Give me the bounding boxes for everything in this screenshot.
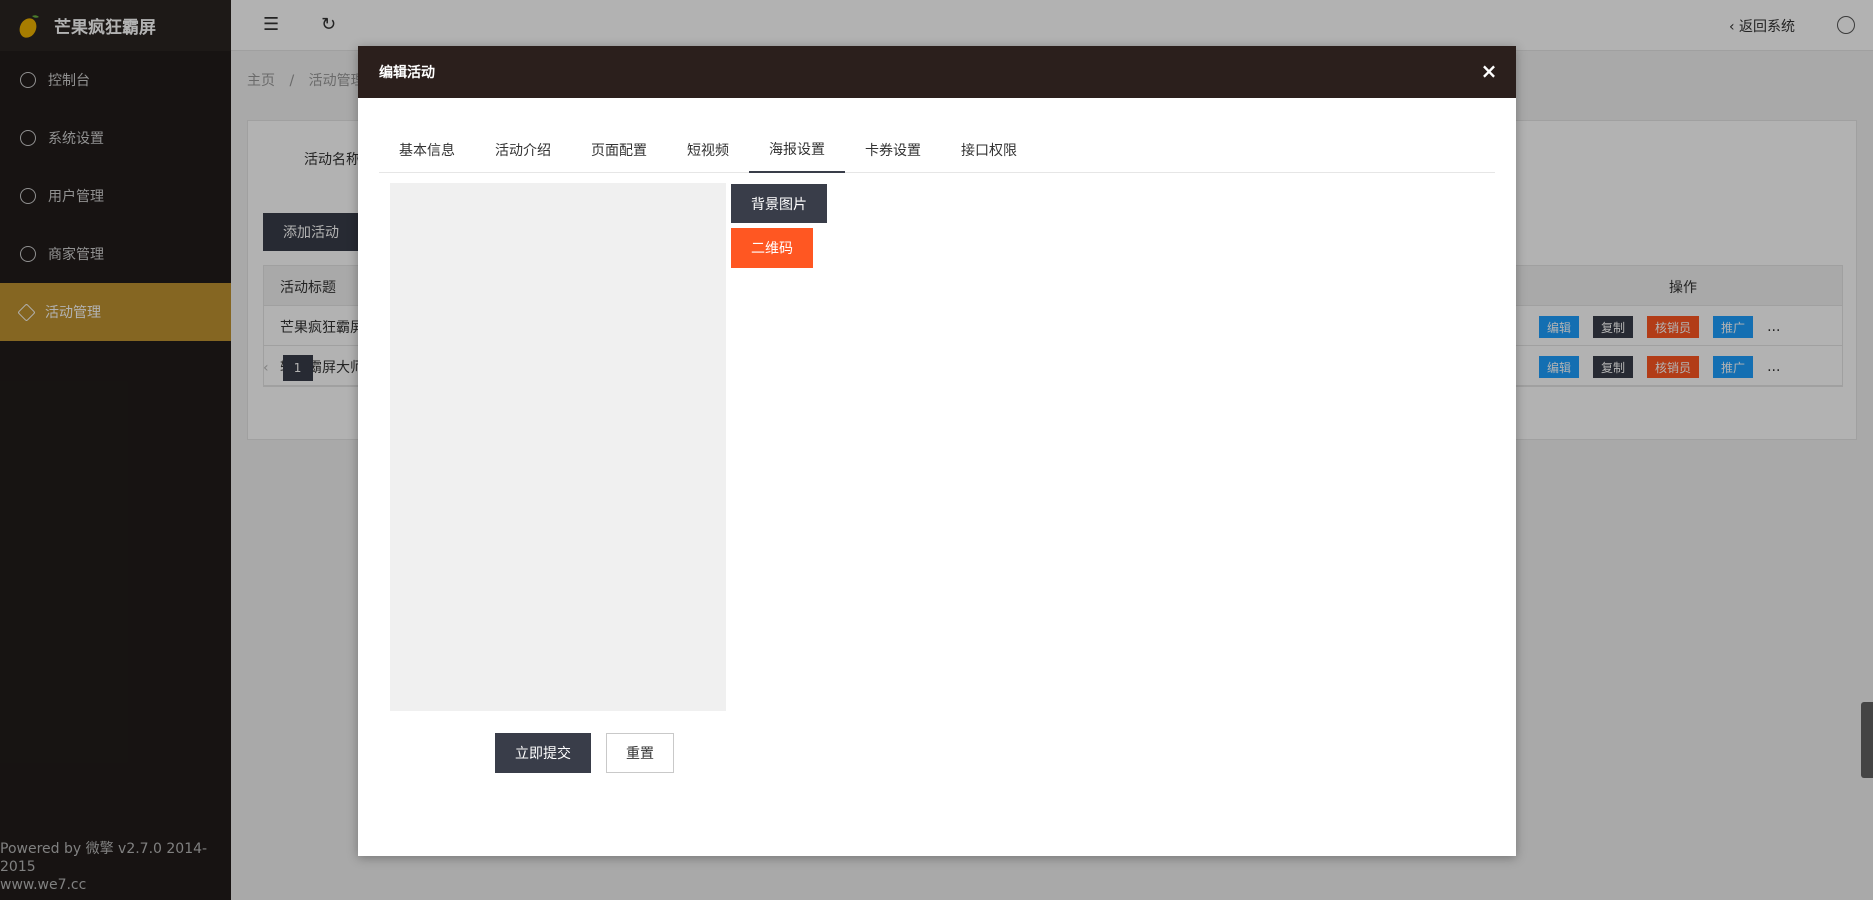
tab-short-video[interactable]: 短视频: [667, 126, 749, 173]
reset-button[interactable]: 重置: [606, 733, 674, 773]
tab-api-permissions[interactable]: 接口权限: [941, 126, 1037, 173]
submit-button[interactable]: 立即提交: [495, 733, 591, 773]
modal-header: 编辑活动 ×: [358, 46, 1516, 98]
close-icon[interactable]: ×: [1478, 60, 1500, 82]
side-drawer-handle[interactable]: [1861, 702, 1873, 778]
modal-tabs: 基本信息 活动介绍 页面配置 短视频 海报设置 卡券设置 接口权限: [379, 126, 1495, 173]
tab-activity-intro[interactable]: 活动介绍: [475, 126, 571, 173]
edit-activity-modal: 编辑活动 × 基本信息 活动介绍 页面配置 短视频 海报设置 卡券设置 接口权限…: [358, 46, 1516, 856]
tab-basic-info[interactable]: 基本信息: [379, 126, 475, 173]
tab-poster-settings[interactable]: 海报设置: [749, 126, 845, 173]
background-image-button[interactable]: 背景图片: [731, 184, 827, 223]
tab-page-config[interactable]: 页面配置: [571, 126, 667, 173]
qrcode-button[interactable]: 二维码: [731, 228, 813, 268]
poster-preview-canvas[interactable]: [390, 183, 726, 711]
modal-title: 编辑活动: [379, 65, 435, 81]
tab-coupon-settings[interactable]: 卡券设置: [845, 126, 941, 173]
